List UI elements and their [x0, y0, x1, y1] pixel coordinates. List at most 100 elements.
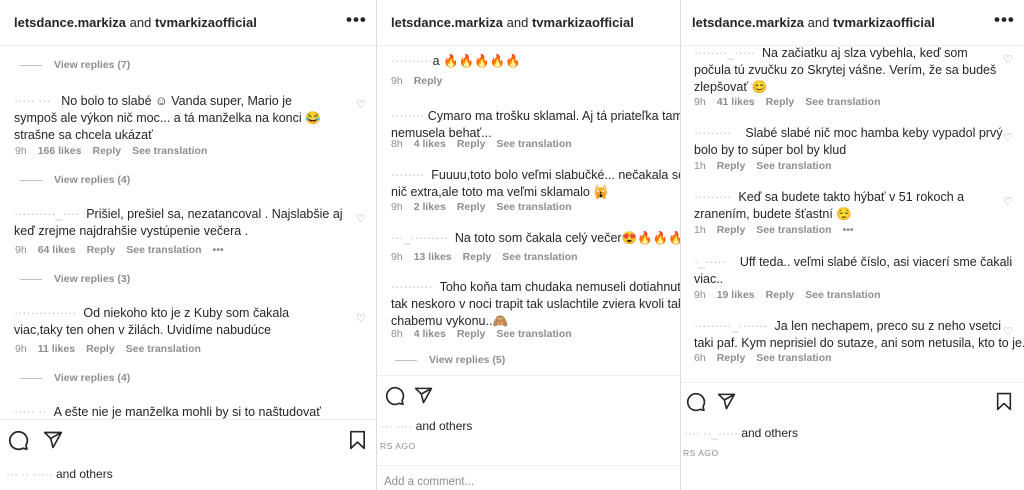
like-heart-icon[interactable]: ♡: [1003, 195, 1013, 208]
comment-username[interactable]: ·_·····: [694, 255, 726, 269]
likes-count[interactable]: 4 likes: [414, 138, 446, 150]
see-translation-button[interactable]: See translation: [502, 251, 577, 263]
reply-button[interactable]: Reply: [766, 96, 795, 108]
comment-username[interactable]: ··········: [391, 280, 433, 294]
comment-username[interactable]: ···············: [14, 306, 76, 320]
like-heart-icon[interactable]: ♡: [1003, 325, 1013, 338]
account-link-tvmarkiza[interactable]: tvmarkizaofficial: [155, 15, 257, 30]
reply-button[interactable]: Reply: [457, 328, 486, 340]
comment-icon[interactable]: [686, 392, 706, 412]
see-translation-button[interactable]: See translation: [126, 343, 201, 355]
comment-icon[interactable]: [385, 386, 405, 406]
liked-by-text[interactable]: ··· ·· ····· and others: [6, 467, 113, 481]
post-panel-1: letsdance.markiza and tvmarkizaofficial …: [0, 0, 376, 490]
add-comment-input[interactable]: Add a comment...: [384, 476, 474, 488]
view-replies-button[interactable]: View replies (4): [20, 174, 130, 186]
reply-button[interactable]: Reply: [457, 201, 486, 213]
view-replies-button[interactable]: View replies (7): [20, 59, 130, 71]
comment-options-button[interactable]: •••: [843, 224, 854, 236]
like-heart-icon[interactable]: ♡: [356, 212, 366, 225]
comment-meta: 8h 4 likes Reply See translation: [391, 138, 572, 150]
like-heart-icon[interactable]: ♡: [1003, 53, 1013, 66]
reply-button[interactable]: Reply: [717, 224, 746, 236]
comment-icon[interactable]: [8, 430, 29, 451]
post-header: letsdance.markiza and tvmarkizaofficial …: [681, 0, 1024, 46]
reply-button[interactable]: Reply: [463, 251, 492, 263]
see-translation-button[interactable]: See translation: [496, 138, 571, 150]
likes-count[interactable]: 2 likes: [414, 201, 446, 213]
see-translation-button[interactable]: See translation: [496, 201, 571, 213]
account-link-letsdance[interactable]: letsdance.markiza: [692, 15, 804, 30]
like-heart-icon[interactable]: ♡: [1003, 260, 1013, 273]
account-link-letsdance[interactable]: letsdance.markiza: [391, 15, 503, 30]
liked-by-text[interactable]: ··· ···· and others: [381, 419, 472, 433]
like-heart-icon[interactable]: ♡: [356, 312, 366, 325]
comment-username[interactable]: ········: [391, 109, 424, 123]
account-link-letsdance[interactable]: letsdance.markiza: [14, 15, 126, 30]
account-link-tvmarkiza[interactable]: tvmarkizaofficial: [833, 15, 935, 30]
comment-username[interactable]: ··········: [391, 54, 433, 68]
liked-by-text[interactable]: ···· ··_····· and others: [684, 426, 798, 440]
comment-meta: 9h 13 likes Reply See translation: [391, 251, 578, 263]
likes-count[interactable]: 13 likes: [414, 251, 452, 263]
comment-username[interactable]: ····· ···: [14, 94, 51, 108]
reply-button[interactable]: Reply: [86, 343, 115, 355]
see-translation-button[interactable]: See translation: [756, 224, 831, 236]
save-bookmark-icon[interactable]: [996, 392, 1012, 411]
post-panel-3: letsdance.markiza and tvmarkizaofficial …: [681, 0, 1024, 490]
comment-meta: 9h Reply: [391, 75, 443, 87]
reply-button[interactable]: Reply: [414, 75, 443, 87]
comment-username[interactable]: ···_·········: [391, 231, 448, 245]
see-translation-button[interactable]: See translation: [805, 289, 880, 301]
reply-button[interactable]: Reply: [87, 244, 116, 256]
post-header: letsdance.markiza and tvmarkizaofficial: [377, 0, 680, 46]
more-options-button[interactable]: •••: [346, 10, 367, 30]
reply-button[interactable]: Reply: [92, 145, 121, 157]
reply-button[interactable]: Reply: [717, 160, 746, 172]
more-options-button[interactable]: •••: [994, 10, 1015, 30]
see-translation-button[interactable]: See translation: [126, 244, 201, 256]
comment-username[interactable]: ·········: [694, 190, 731, 204]
view-replies-button[interactable]: View replies (3): [20, 273, 130, 285]
reply-button[interactable]: Reply: [457, 138, 486, 150]
like-heart-icon[interactable]: ♡: [356, 98, 366, 111]
comment-meta: 6h Reply See translation: [694, 352, 832, 364]
account-link-tvmarkiza[interactable]: tvmarkizaofficial: [532, 15, 634, 30]
view-replies-button[interactable]: View replies (4): [20, 372, 130, 384]
comment-username[interactable]: ········_·····: [694, 46, 755, 60]
comment-meta: 9h 166 likes Reply See translation: [15, 145, 208, 157]
post-actions-bar: ··· ···· and others RS AGO Add a comment…: [377, 375, 680, 490]
likes-count[interactable]: 4 likes: [414, 328, 446, 340]
share-icon[interactable]: [717, 392, 736, 411]
comment-meta: 9h 41 likes Reply See translation: [694, 96, 881, 108]
comment-username[interactable]: ·········: [694, 126, 731, 140]
share-icon[interactable]: [414, 386, 433, 405]
save-bookmark-icon[interactable]: [349, 430, 366, 450]
post-header: letsdance.markiza and tvmarkizaofficial …: [0, 0, 376, 46]
view-replies-button[interactable]: View replies (5): [395, 354, 505, 366]
share-icon[interactable]: [43, 430, 63, 450]
likes-count[interactable]: 166 likes: [38, 145, 82, 157]
comment-1: ····· ··· No bolo to slabé ☺ Vanda super…: [14, 94, 321, 142]
see-translation-button[interactable]: See translation: [756, 352, 831, 364]
likes-count[interactable]: 64 likes: [38, 244, 76, 256]
likes-count[interactable]: 11 likes: [38, 343, 75, 355]
likes-count[interactable]: 41 likes: [717, 96, 755, 108]
comment-3: ········· Keď sa budete takto hýbať v 51…: [694, 190, 965, 221]
comment-5: ·········· Toho koňa tam chudaka nemusel…: [391, 280, 680, 328]
see-translation-button[interactable]: See translation: [496, 328, 571, 340]
like-heart-icon[interactable]: ♡: [1003, 131, 1013, 144]
comment-3: ········ Fuuuu,toto bolo veľmi slabučké.…: [391, 168, 680, 199]
comment-username[interactable]: ·········_·······: [694, 319, 768, 333]
comment-username[interactable]: ········: [391, 168, 424, 182]
post-actions-bar: ···· ··_····· and others RS AGO: [681, 382, 1024, 490]
comment-options-button[interactable]: •••: [213, 244, 224, 256]
see-translation-button[interactable]: See translation: [132, 145, 207, 157]
see-translation-button[interactable]: See translation: [805, 96, 880, 108]
likes-count[interactable]: 19 likes: [717, 289, 755, 301]
reply-button[interactable]: Reply: [717, 352, 746, 364]
see-translation-button[interactable]: See translation: [756, 160, 831, 172]
comment-meta: 8h 4 likes Reply See translation: [391, 328, 572, 340]
comment-username[interactable]: ··········_····: [14, 207, 79, 221]
reply-button[interactable]: Reply: [766, 289, 795, 301]
